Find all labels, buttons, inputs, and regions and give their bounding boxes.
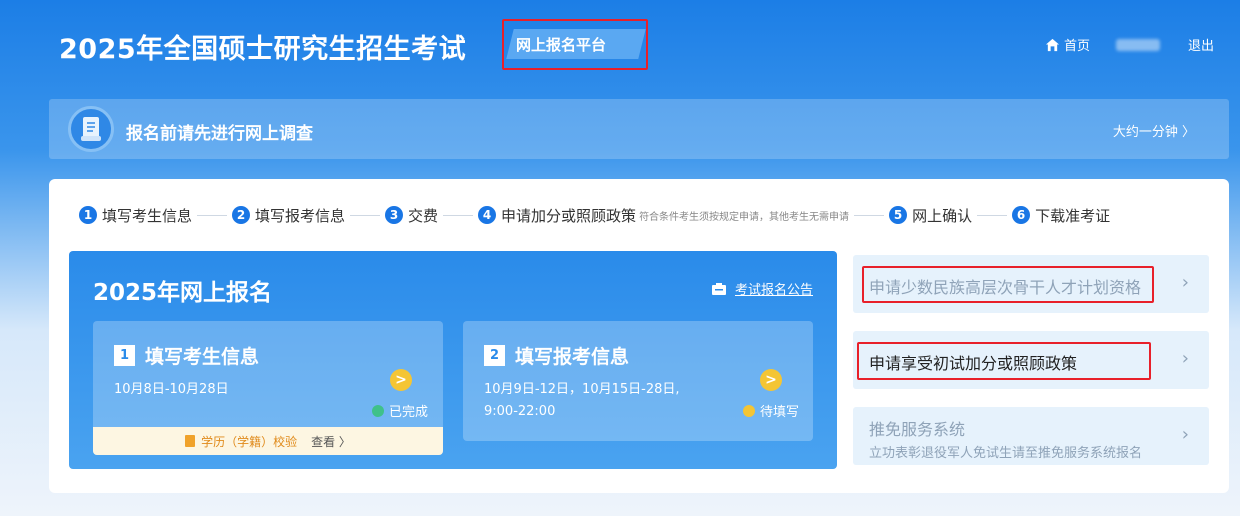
- step-label: 申请加分或照顾政策: [501, 206, 637, 225]
- chevron-right-icon: ›: [1181, 272, 1189, 293]
- status-label: 待填写: [760, 405, 800, 420]
- policy-label: 申请享受初试加分或照顾政策: [869, 354, 1078, 373]
- registration-title: 2025年网上报名: [93, 280, 273, 306]
- registration-panel: 2025年网上报名 考试报名公告 1 填写考生信息 10月8日-10月28日 >…: [69, 251, 837, 469]
- header: 2025年全国硕士研究生招生考试 网上报名平台 首页 退出: [0, 0, 1240, 90]
- education-verify-bar: 学历（学籍）校验 查看 〉: [93, 427, 443, 455]
- step-connector: [977, 214, 1008, 216]
- main-card: 1 填写考生信息 2 填写报考信息 3 交费 4 申请加分或照顾政策 符合条件考…: [49, 179, 1229, 493]
- step-number: 2: [232, 206, 251, 224]
- recommendation-system-link[interactable]: 推免服务系统 立功表彰退役军人免试生请至推免服务系统报名 ›: [853, 407, 1209, 465]
- step-number: 6: [1012, 206, 1031, 224]
- card-number: 2: [484, 345, 505, 366]
- chevron-right-icon: ›: [1181, 424, 1189, 445]
- survey-text: 报名前请先进行网上调查: [126, 124, 313, 144]
- chevron-right-icon[interactable]: >: [390, 369, 412, 391]
- step-label: 填写报考信息: [255, 206, 346, 225]
- step-number: 1: [79, 206, 97, 224]
- step-number: 4: [478, 206, 497, 224]
- exam-notice-label: 考试报名公告: [734, 283, 813, 298]
- username-blurred: [1115, 38, 1160, 51]
- scroll-icon: [68, 106, 114, 152]
- home-label: 首页: [1063, 39, 1090, 54]
- step-number: 5: [889, 206, 908, 224]
- step-connector: [197, 214, 228, 216]
- check-circle-icon: [372, 404, 384, 417]
- status-label: 已完成: [389, 405, 429, 420]
- policy-subtext: 立功表彰退役军人免试生请至推免服务系统报名: [869, 446, 1143, 461]
- step-1: 1 填写考生信息: [79, 205, 192, 226]
- fill-application-info-card[interactable]: 2 填写报考信息 10月9日-12日，10月15日-28日, 9:00-22:0…: [463, 321, 813, 441]
- step-connector: [854, 214, 885, 216]
- step-label: 填写考生信息: [102, 206, 193, 225]
- policy-label: 申请少数民族高层次骨干人才计划资格: [869, 278, 1142, 297]
- platform-label: 网上报名平台: [516, 36, 607, 54]
- policy-label: 推免服务系统: [869, 420, 966, 439]
- card-title: 填写考生信息: [145, 346, 260, 368]
- chevron-right-icon: ›: [1181, 348, 1189, 369]
- exam-notice-link[interactable]: 考试报名公告: [711, 279, 813, 298]
- step-5: 5 网上确认: [889, 205, 972, 226]
- site-title: 2025年全国硕士研究生招生考试: [59, 34, 467, 65]
- card-date: 10月8日-10月28日: [114, 382, 229, 397]
- card-header: 2 填写报考信息: [484, 342, 629, 369]
- notice-icon: [711, 282, 726, 295]
- fill-candidate-info-card[interactable]: 1 填写考生信息 10月8日-10月28日 > 已完成 学历（学籍）校验 查看 …: [93, 321, 443, 455]
- home-link[interactable]: 首页: [1045, 35, 1090, 54]
- card-date-line2: 9:00-22:00: [484, 404, 556, 419]
- card-date-line1: 10月9日-12日，10月15日-28日,: [484, 382, 680, 397]
- survey-banner[interactable]: 报名前请先进行网上调查 大约一分钟 〉: [49, 99, 1229, 159]
- minority-talent-plan-link[interactable]: 申请少数民族高层次骨干人才计划资格 ›: [853, 255, 1209, 313]
- chevron-right-icon[interactable]: >: [760, 369, 782, 391]
- logout-link[interactable]: 退出: [1188, 35, 1214, 54]
- step-progress: 1 填写考生信息 2 填写报考信息 3 交费 4 申请加分或照顾政策 符合条件考…: [79, 204, 1209, 226]
- step-label: 网上确认: [912, 206, 973, 225]
- home-icon: [1045, 38, 1060, 51]
- step-label: 交费: [408, 206, 439, 225]
- status-badge: 待填写: [743, 401, 799, 420]
- step-note: 符合条件考生须按规定申请，其他考生无需申请: [639, 211, 850, 223]
- card-date: 10月9日-12日，10月15日-28日, 9:00-22:00: [484, 379, 680, 423]
- step-4: 4 申请加分或照顾政策 符合条件考生须按规定申请，其他考生无需申请: [478, 205, 849, 226]
- step-connector: [443, 214, 474, 216]
- step-2: 2 填写报考信息: [232, 205, 345, 226]
- platform-highlight: 网上报名平台: [502, 19, 648, 70]
- top-nav: 首页 退出: [1045, 35, 1214, 54]
- card-title: 填写报考信息: [515, 346, 630, 368]
- step-label: 下载准考证: [1035, 206, 1111, 225]
- step-3: 3 交费: [385, 205, 438, 226]
- view-link[interactable]: 查看 〉: [311, 433, 351, 450]
- education-verify-label: 学历（学籍）校验: [201, 434, 298, 449]
- survey-time-label[interactable]: 大约一分钟 〉: [1113, 121, 1195, 140]
- status-badge: 已完成: [372, 401, 428, 420]
- bonus-points-policy-link[interactable]: 申请享受初试加分或照顾政策 ›: [853, 331, 1209, 389]
- pending-dot-icon: [743, 404, 755, 417]
- step-connector: [350, 214, 381, 216]
- step-6: 6 下载准考证: [1012, 205, 1110, 226]
- document-icon: [185, 435, 196, 447]
- card-header: 1 填写考生信息: [114, 342, 259, 369]
- card-number: 1: [114, 345, 135, 366]
- step-number: 3: [385, 206, 404, 224]
